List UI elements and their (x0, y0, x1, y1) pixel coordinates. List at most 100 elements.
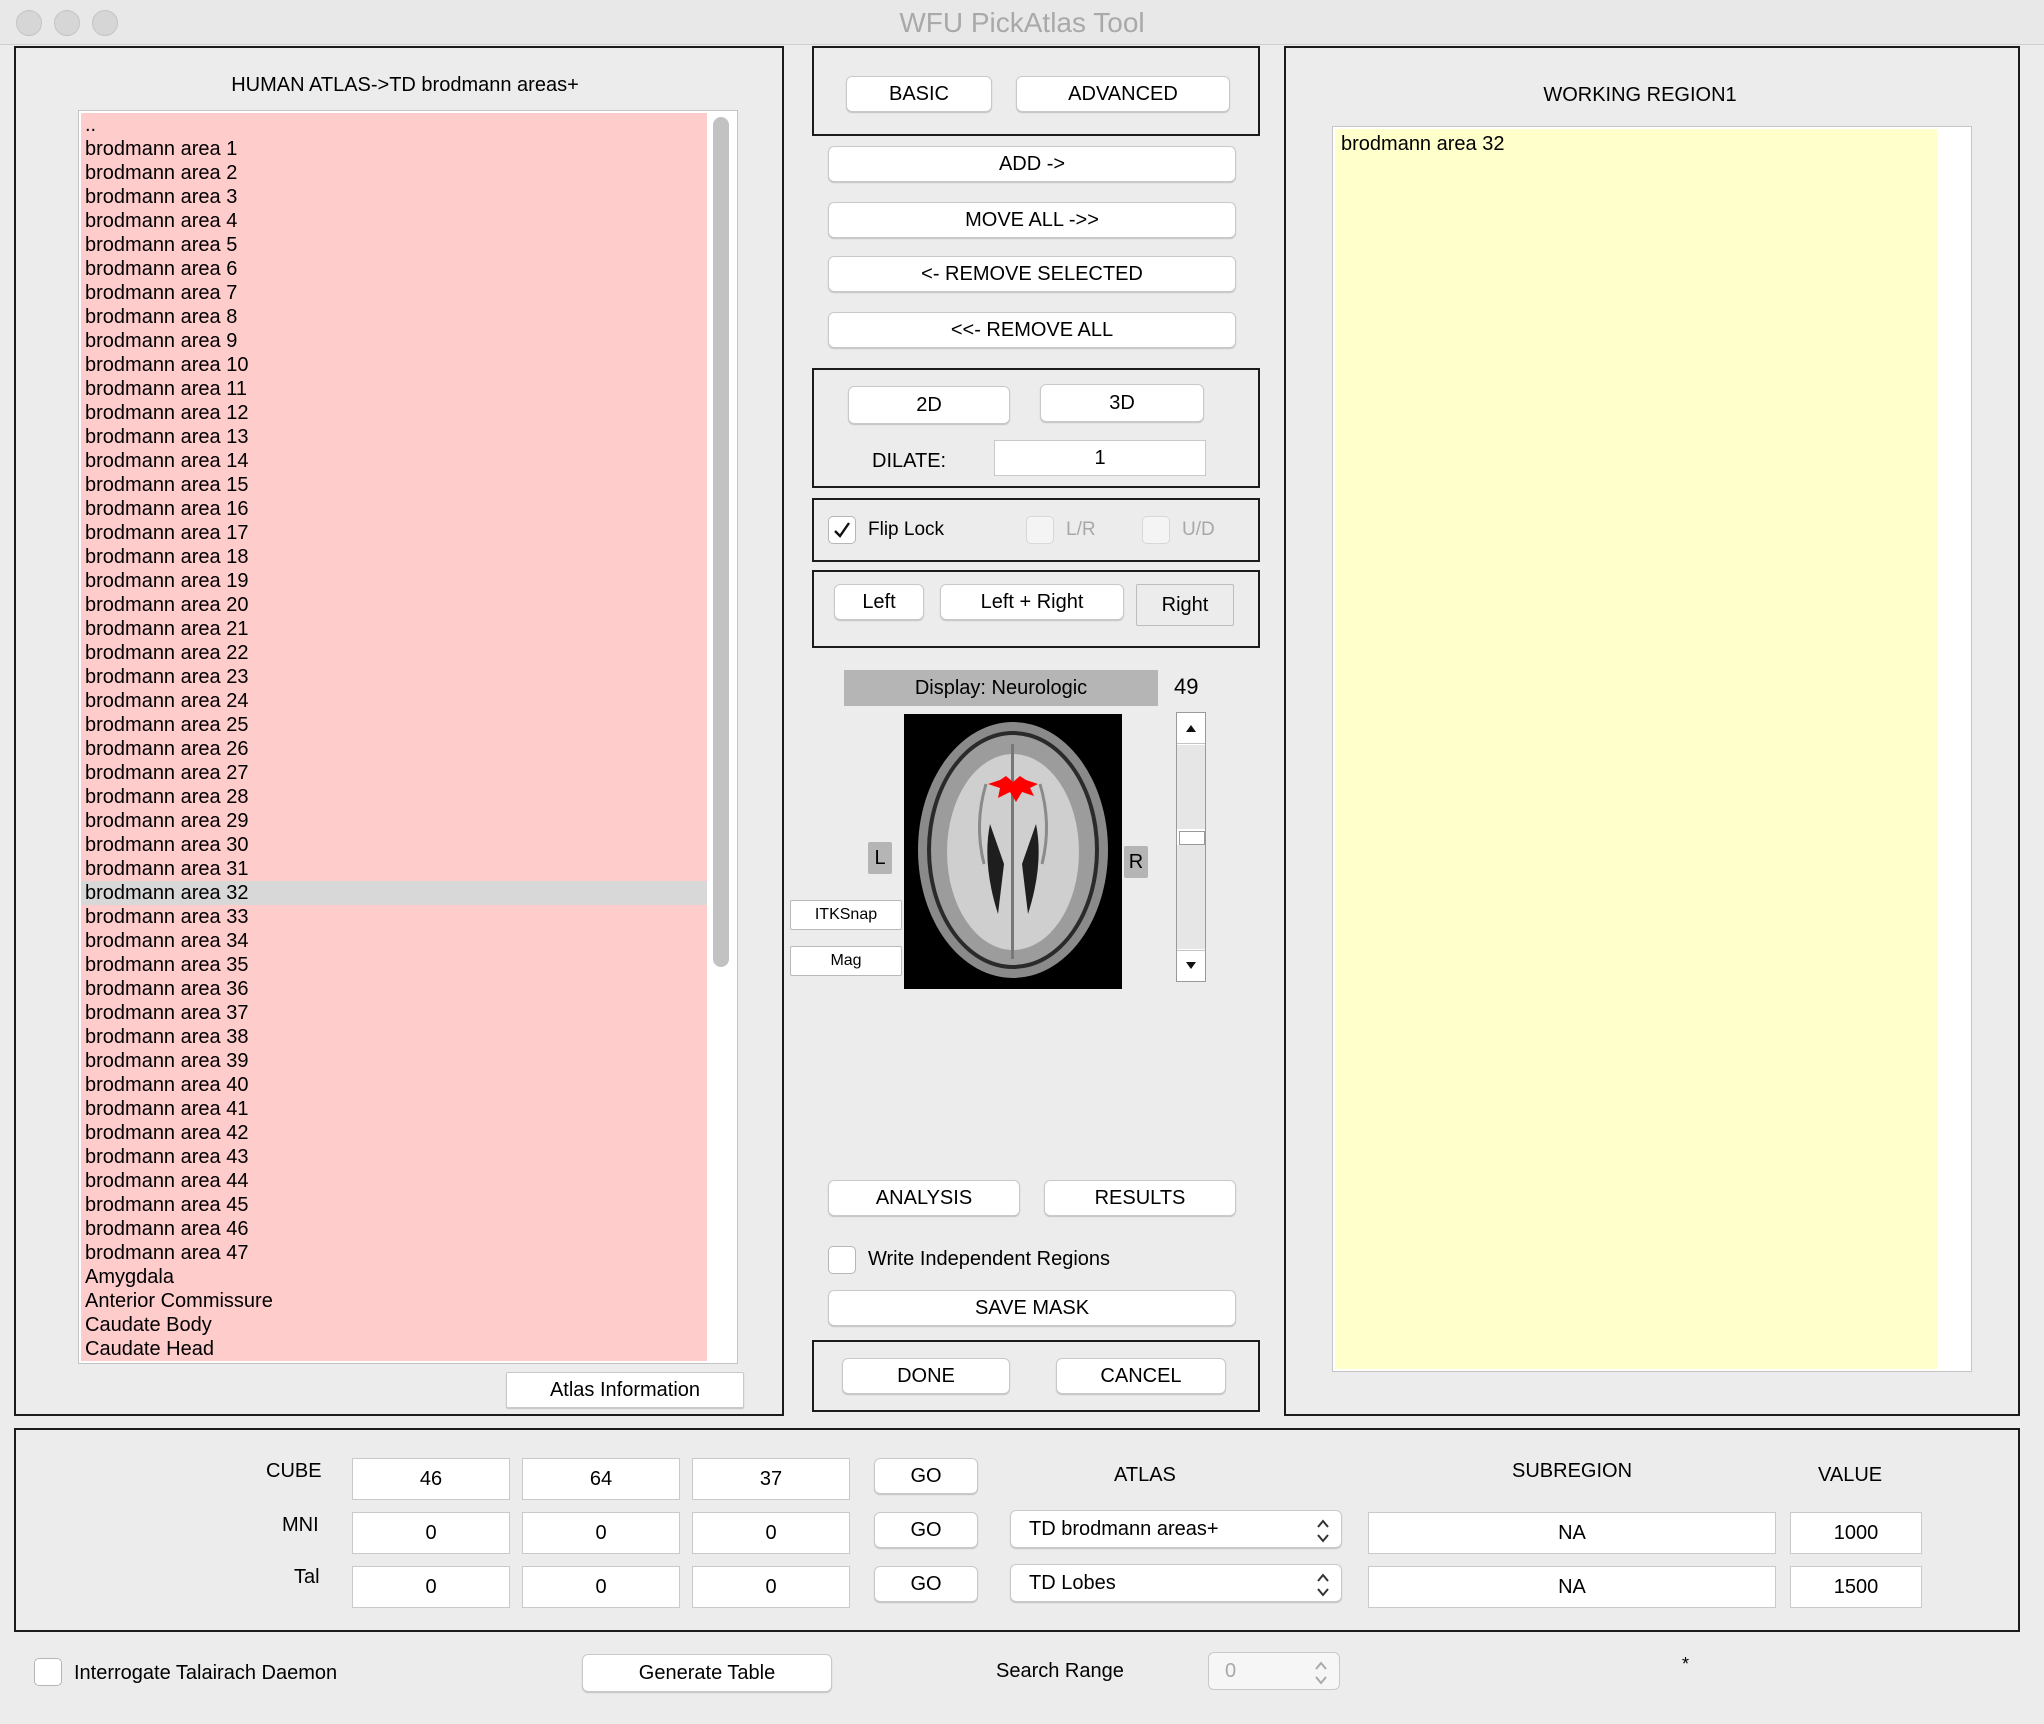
atlas-list-item[interactable]: brodmann area 16 (81, 497, 707, 521)
atlas-list-item[interactable]: Caudate Head (81, 1337, 707, 1361)
atlas-list-item[interactable]: brodmann area 40 (81, 1073, 707, 1097)
brain-slice-view[interactable] (904, 714, 1122, 989)
atlas-list-item[interactable]: brodmann area 18 (81, 545, 707, 569)
cube-y-field[interactable]: 64 (522, 1458, 680, 1500)
search-range-stepper[interactable]: 0 (1208, 1652, 1340, 1690)
atlas-list-item[interactable]: brodmann area 43 (81, 1145, 707, 1169)
ud-checkbox[interactable] (1142, 516, 1170, 544)
atlas-list-item[interactable]: brodmann area 22 (81, 641, 707, 665)
atlas-list-item[interactable]: Caudate Body (81, 1313, 707, 1337)
tal-x-field[interactable]: 0 (352, 1566, 510, 1608)
atlas-list-item[interactable]: brodmann area 11 (81, 377, 707, 401)
results-button[interactable]: RESULTS (1044, 1180, 1236, 1216)
atlas-list-item[interactable]: brodmann area 12 (81, 401, 707, 425)
atlas-list-item[interactable]: brodmann area 9 (81, 329, 707, 353)
mni-z-field[interactable]: 0 (692, 1512, 850, 1554)
atlas-list-item[interactable]: brodmann area 31 (81, 857, 707, 881)
remove-selected-button[interactable]: <- REMOVE SELECTED (828, 256, 1236, 292)
atlas-list-item[interactable]: brodmann area 38 (81, 1025, 707, 1049)
tal-z-field[interactable]: 0 (692, 1566, 850, 1608)
cancel-button[interactable]: CANCEL (1056, 1358, 1226, 1394)
atlas-list-item[interactable]: brodmann area 20 (81, 593, 707, 617)
atlas-list-item[interactable]: brodmann area 32 (81, 881, 707, 905)
atlas-list-item[interactable]: brodmann area 44 (81, 1169, 707, 1193)
3d-button[interactable]: 3D (1040, 384, 1204, 422)
atlas-list-item[interactable]: brodmann area 8 (81, 305, 707, 329)
atlas-list-item[interactable]: brodmann area 7 (81, 281, 707, 305)
dilate-field[interactable]: 1 (994, 440, 1206, 476)
atlas-list-item[interactable]: brodmann area 23 (81, 665, 707, 689)
atlas-list-item[interactable]: brodmann area 13 (81, 425, 707, 449)
atlas-list-item[interactable]: brodmann area 46 (81, 1217, 707, 1241)
right-hemisphere-button[interactable]: Right (1136, 584, 1234, 626)
atlas-list-item[interactable]: brodmann area 2 (81, 161, 707, 185)
itksnap-button[interactable]: ITKSnap (790, 900, 902, 930)
atlas-list-item[interactable]: brodmann area 25 (81, 713, 707, 737)
basic-button[interactable]: BASIC (846, 76, 992, 112)
atlas-list-item[interactable]: brodmann area 14 (81, 449, 707, 473)
left-hemisphere-button[interactable]: Left (834, 584, 924, 620)
slider-thumb[interactable] (1179, 831, 1205, 845)
atlas-list-item[interactable]: brodmann area 29 (81, 809, 707, 833)
tal-y-field[interactable]: 0 (522, 1566, 680, 1608)
cube-z-field[interactable]: 37 (692, 1458, 850, 1500)
atlas-list-item[interactable]: brodmann area 15 (81, 473, 707, 497)
atlas-list-item[interactable]: brodmann area 10 (81, 353, 707, 377)
analysis-button[interactable]: ANALYSIS (828, 1180, 1020, 1216)
value-field-1[interactable]: 1000 (1790, 1512, 1922, 1554)
working-region-list[interactable]: brodmann area 32 (1332, 126, 1972, 1372)
atlas-list-item[interactable]: brodmann area 33 (81, 905, 707, 929)
generate-table-button[interactable]: Generate Table (582, 1654, 832, 1692)
atlas-list-item[interactable]: brodmann area 3 (81, 185, 707, 209)
atlas-list-item[interactable]: brodmann area 27 (81, 761, 707, 785)
left-right-hemisphere-button[interactable]: Left + Right (940, 584, 1124, 620)
atlas-select-1[interactable]: TD brodmann areas+ (1010, 1510, 1342, 1548)
atlas-list-item[interactable]: brodmann area 24 (81, 689, 707, 713)
atlas-list-item[interactable]: brodmann area 28 (81, 785, 707, 809)
atlas-list-item[interactable]: .. (81, 113, 707, 137)
atlas-list-item[interactable]: brodmann area 26 (81, 737, 707, 761)
mag-button[interactable]: Mag (790, 946, 902, 976)
atlas-list-item[interactable]: brodmann area 21 (81, 617, 707, 641)
subregion-field-2[interactable]: NA (1368, 1566, 1776, 1608)
interrogate-checkbox[interactable] (34, 1658, 62, 1686)
atlas-list-item[interactable]: brodmann area 1 (81, 137, 707, 161)
atlas-list-item[interactable]: brodmann area 17 (81, 521, 707, 545)
subregion-field-1[interactable]: NA (1368, 1512, 1776, 1554)
advanced-button[interactable]: ADVANCED (1016, 76, 1230, 112)
atlas-list-item[interactable]: brodmann area 35 (81, 953, 707, 977)
remove-all-button[interactable]: <<- REMOVE ALL (828, 312, 1236, 348)
atlas-list-item[interactable]: brodmann area 37 (81, 1001, 707, 1025)
mni-y-field[interactable]: 0 (522, 1512, 680, 1554)
cube-go-button[interactable]: GO (874, 1458, 978, 1494)
atlas-list-item[interactable]: brodmann area 5 (81, 233, 707, 257)
atlas-list-item[interactable]: Amygdala (81, 1265, 707, 1289)
cube-x-field[interactable]: 46 (352, 1458, 510, 1500)
write-independent-checkbox[interactable] (828, 1246, 856, 1274)
mni-x-field[interactable]: 0 (352, 1512, 510, 1554)
atlas-list-item[interactable]: brodmann area 42 (81, 1121, 707, 1145)
mni-go-button[interactable]: GO (874, 1512, 978, 1548)
add-button[interactable]: ADD -> (828, 146, 1236, 182)
atlas-list-item[interactable]: brodmann area 39 (81, 1049, 707, 1073)
atlas-list-item[interactable]: brodmann area 4 (81, 209, 707, 233)
flip-lock-checkbox[interactable] (828, 516, 856, 544)
value-field-2[interactable]: 1500 (1790, 1566, 1922, 1608)
atlas-list-scrollbar[interactable] (713, 117, 729, 967)
atlas-list-item[interactable]: brodmann area 30 (81, 833, 707, 857)
atlas-list-item[interactable]: brodmann area 41 (81, 1097, 707, 1121)
save-mask-button[interactable]: SAVE MASK (828, 1290, 1236, 1326)
atlas-select-2[interactable]: TD Lobes (1010, 1564, 1342, 1602)
atlas-list-item[interactable]: brodmann area 34 (81, 929, 707, 953)
atlas-list-item[interactable]: brodmann area 36 (81, 977, 707, 1001)
tal-go-button[interactable]: GO (874, 1566, 978, 1602)
slider-down-arrow-icon[interactable] (1177, 950, 1205, 981)
done-button[interactable]: DONE (842, 1358, 1010, 1394)
atlas-list-item[interactable]: brodmann area 19 (81, 569, 707, 593)
lr-checkbox[interactable] (1026, 516, 1054, 544)
atlas-region-list[interactable]: .. brodmann area 1 brodmann area 2 brodmann… (78, 110, 738, 1364)
2d-button[interactable]: 2D (848, 386, 1010, 424)
atlas-information-button[interactable]: Atlas Information (506, 1372, 744, 1408)
atlas-list-item[interactable]: brodmann area 47 (81, 1241, 707, 1265)
slice-slider[interactable] (1176, 712, 1206, 982)
